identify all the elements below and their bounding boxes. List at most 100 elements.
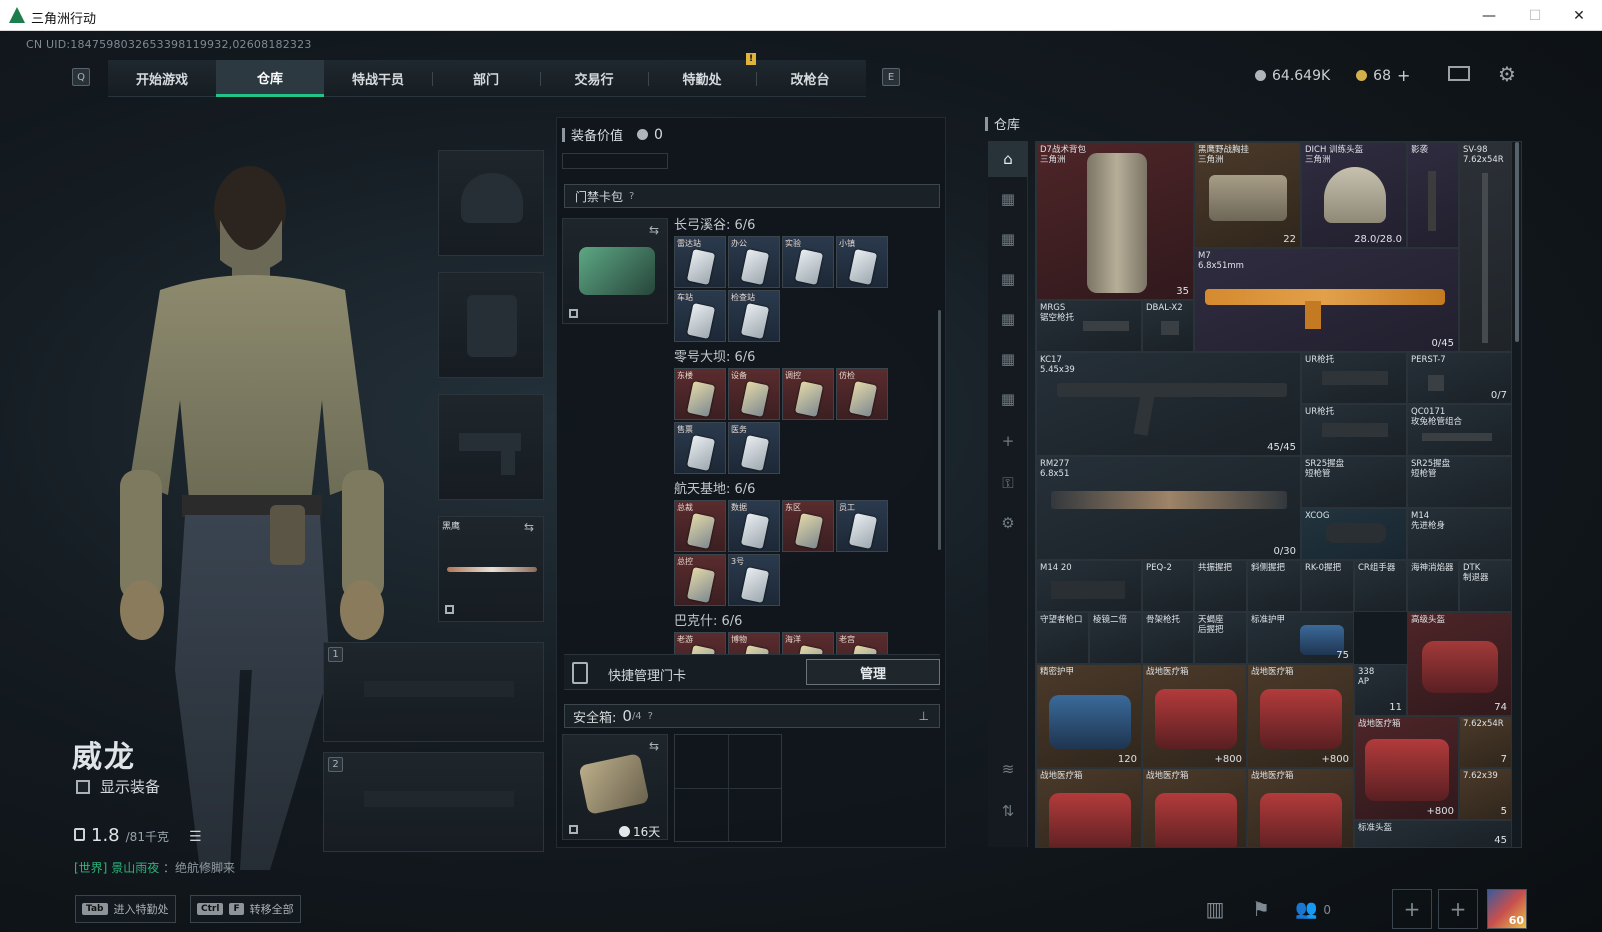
tab-operators[interactable]: 特战干员 [324,60,432,97]
item-rm277-rifle[interactable]: RM277 6.8x51 0/30 [1036,456,1301,560]
item-grip[interactable]: 共振握把 [1194,560,1247,612]
warehouse-tab-5-icon[interactable]: ▦ [988,341,1028,377]
minimize-button[interactable]: — [1466,0,1512,31]
settings-icon[interactable]: ⚙ [988,505,1028,541]
keycard[interactable]: 售票 [674,422,726,474]
chat-line[interactable]: [世界] 景山雨夜 ：绝航修脚来 [74,859,235,876]
item-ur-stock[interactable]: UR枪托 [1301,352,1407,404]
invite-slot-button[interactable]: + [1438,889,1478,929]
layers-icon[interactable]: ≋ [988,751,1028,787]
add-tab-icon[interactable]: + [988,423,1028,459]
tab-special-ops[interactable]: 特勤处 [648,60,756,97]
keycard-case-header[interactable]: 门禁卡包 ? [564,184,940,208]
item-muzzle[interactable]: CR组手器 [1354,560,1407,612]
item-ammo[interactable]: 338 AP 11 [1354,664,1407,716]
help-icon[interactable]: ? [648,711,653,722]
keycard[interactable]: 医务 [728,422,780,474]
item-sr25-barrel[interactable]: SR25握盘 短枪管 [1301,456,1407,508]
item-suppressor[interactable]: 海神消焰器 [1407,560,1459,612]
item-m14-mag[interactable]: M14 20 [1036,560,1142,612]
friends-status[interactable]: 👥 0 [1295,899,1331,920]
item-yingxi[interactable]: 影袭 [1407,142,1459,248]
pin-icon[interactable]: ⊥ [919,709,929,723]
item-backpack[interactable]: D7战术背包 三角洲 35 [1036,142,1194,300]
manage-button[interactable]: 管理 [806,659,940,685]
gear-icon[interactable]: ⚙ [1498,62,1516,86]
helmet-slot[interactable] [438,150,544,256]
item-m14-stock[interactable]: M14 先进枪身 [1407,508,1512,560]
close-button[interactable]: ✕ [1556,0,1602,31]
lock-icon[interactable]: ⚿ [988,465,1028,501]
hint-enter-special-ops[interactable]: Tab 进入特勤处 [75,895,176,923]
hint-transfer-all[interactable]: Ctrl F 转移全部 [190,895,301,923]
show-equipment-toggle[interactable]: 显示装备 [76,776,160,797]
item-sr25-barrel[interactable]: SR25握盘 短枪管 [1407,456,1512,508]
warehouse-grid[interactable]: D7战术背包 三角洲 35 黑鹰野战胸挂 三角洲 22 DICH 训练头盔 三角洲 2… [1035,141,1522,848]
item-ur-stock[interactable]: UR枪托 [1301,404,1407,456]
show-equipment-checkbox[interactable] [76,779,90,794]
nav-prev-key[interactable]: Q [72,68,90,86]
tab-start-game[interactable]: 开始游戏 [108,60,216,97]
keycard[interactable]: 检查站 [728,290,780,342]
item-precision-armor[interactable]: 精密护甲 120 [1036,664,1142,768]
melee-slot[interactable]: 黑鹰 ⇆ [438,516,544,622]
item-ammo-box[interactable]: 7.62x54R 7 [1459,716,1512,768]
stats-icon[interactable]: ▥ [1195,889,1235,929]
warehouse-tab-6-icon[interactable]: ▦ [988,381,1028,417]
item-mrgs[interactable]: MRGS 锯空枪托 [1036,300,1142,352]
item-sv98[interactable]: SV-98 7.62x54R [1459,142,1512,352]
help-icon[interactable]: ? [629,191,634,202]
item-muzzle[interactable]: 守望者枪口 [1036,612,1089,664]
tab-gunsmith[interactable]: 改枪台 [756,60,864,97]
keycard[interactable]: 实验 [782,236,834,288]
keycard[interactable]: 东楼 [674,368,726,420]
item-peq2[interactable]: PEQ-2 [1142,560,1194,612]
warehouse-tab-3-icon[interactable]: ▦ [988,261,1028,297]
item-grip[interactable]: 天蝎座 后握把 [1194,612,1247,664]
keycard[interactable]: 小镇 [836,236,888,288]
avatar[interactable]: 60 [1487,889,1527,929]
invite-slot-button[interactable]: + [1392,889,1432,929]
item-ammo-box[interactable]: 7.62x39 5 [1459,768,1512,820]
maximize-button[interactable]: ☐ [1512,0,1558,31]
item-kc17-rifle[interactable]: KC17 5.45x39 45/45 [1036,352,1301,456]
item-m7-rifle[interactable]: M7 6.8x51mm 0/45 [1194,248,1459,352]
item-qc0171[interactable]: QC0171 玫兔枪管组合 [1407,404,1512,456]
tab-trading[interactable]: 交易行 [540,60,648,97]
warehouse-scrollbar[interactable] [1515,142,1519,342]
item-high-helmet[interactable]: 高级头盔 74 [1407,612,1512,716]
item-medkit[interactable]: 战地医疗箱 [1036,768,1142,847]
keycard[interactable]: 总裁 [674,500,726,552]
warehouse-tab-2-icon[interactable]: ▦ [988,221,1028,257]
keycard[interactable]: 雷达站 [674,236,726,288]
keycard[interactable]: 调控 [782,368,834,420]
item-grip[interactable]: RK-0握把 [1301,560,1354,612]
item-medkit[interactable]: 战地医疗箱 [1247,768,1354,847]
keycard[interactable]: 东区 [782,500,834,552]
keycard[interactable]: 设备 [728,368,780,420]
warehouse-tab-4-icon[interactable]: ▦ [988,301,1028,337]
tab-warehouse[interactable]: 仓库 [216,60,324,97]
sort-icon[interactable]: ⇅ [988,793,1028,829]
item-perst7[interactable]: PERST-7 0/7 [1407,352,1512,404]
item-scope[interactable]: 棱镜二倍 [1089,612,1142,664]
item-dbal[interactable]: DBAL-X2 [1142,300,1194,352]
warehouse-home-icon[interactable]: ⌂ [988,141,1028,177]
item-medkit[interactable]: 战地医疗箱 +800 [1354,716,1459,820]
item-chest-rig[interactable]: 黑鹰野战胸挂 三角洲 22 [1194,142,1301,248]
item-medkit[interactable]: 战地医疗箱 [1142,768,1247,847]
keycard[interactable]: 老游 [674,632,726,654]
keycard-case-slot[interactable]: ⇆ [562,218,668,324]
keycard[interactable]: 办公 [728,236,780,288]
safe-box-grid[interactable] [674,734,782,842]
pistol-slot[interactable] [438,394,544,500]
armor-slot[interactable] [438,272,544,378]
item-medkit[interactable]: 战地医疗箱 +800 [1247,664,1354,768]
primary-weapon-slot-1[interactable]: 1 [323,642,544,742]
keycard[interactable]: 老宫 [836,632,888,654]
add-currency-button[interactable]: + [1397,66,1410,85]
swap-icon[interactable]: ⇆ [649,223,659,237]
flag-icon[interactable]: ⚑ [1241,889,1281,929]
nav-next-key[interactable]: E [882,68,900,86]
keycard-scrollbar[interactable] [938,310,941,550]
